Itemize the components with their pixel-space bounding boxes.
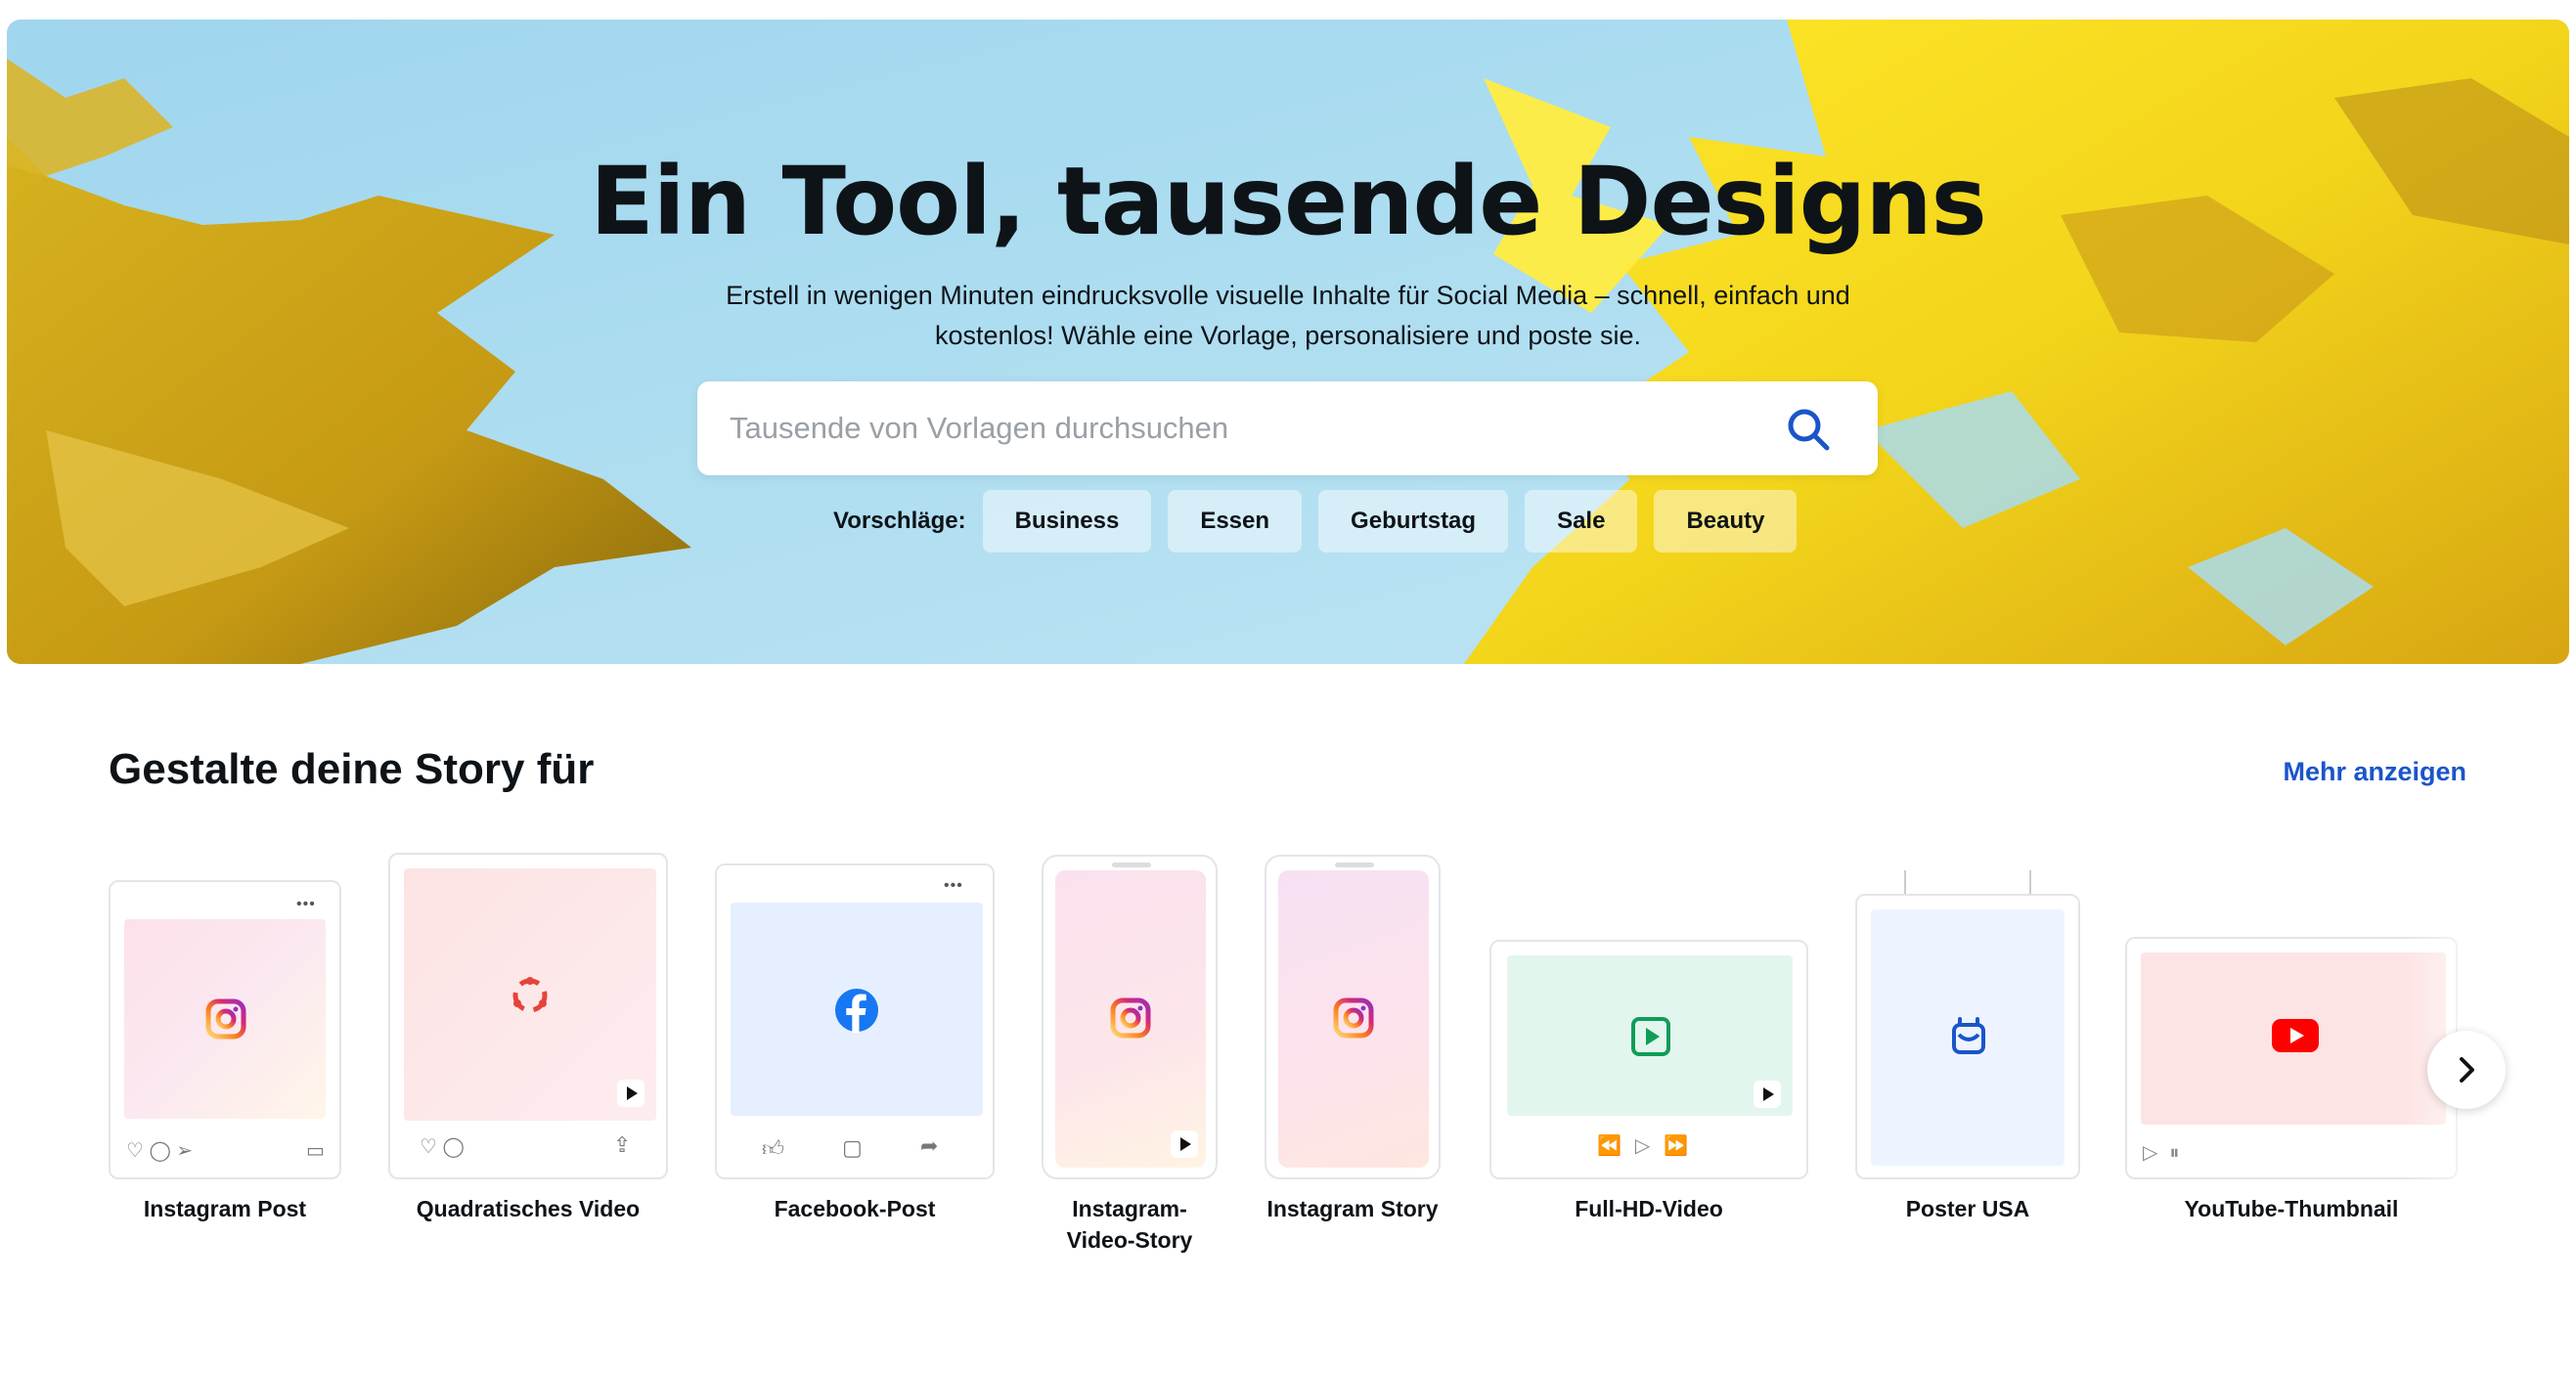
card-label: Instagram Post (143, 1196, 307, 1221)
suggestion-chip-sale[interactable]: Sale (1525, 490, 1638, 553)
template-card-instagram-post[interactable]: ••• ♡ ◯ ➢ ▭ Instagram Post (109, 880, 341, 1232)
suggestion-chip-beauty[interactable]: Beauty (1654, 490, 1798, 553)
card-label: Full-HD-Video (1575, 1196, 1723, 1221)
share-icon: ⇪ (613, 1132, 632, 1157)
search-icon (1788, 409, 1830, 451)
player-controls-icon: ⏪▷⏩ (1597, 1135, 1703, 1157)
suggestions-row: Vorschläge: Business Essen Geburtstag Sa… (833, 490, 1813, 553)
suggestion-chip-essen[interactable]: Essen (1168, 490, 1303, 553)
suggestion-chip-geburtstag[interactable]: Geburtstag (1318, 490, 1509, 553)
phone-notch (1112, 863, 1151, 867)
instagram-icon (1333, 997, 1374, 1039)
carousel-next-button[interactable] (2427, 1031, 2506, 1109)
more-dots-icon: ••• (944, 877, 963, 894)
template-card-square-video[interactable]: ♡ ◯ ⇪ Quadratisches Video (388, 853, 668, 1232)
comment-icon: ▢ (842, 1135, 863, 1160)
instagram-icon (1110, 997, 1151, 1039)
share-icon: ➦ (920, 1133, 939, 1158)
poster-hanger (1904, 870, 1906, 894)
suggestion-chip-business[interactable]: Business (982, 490, 1152, 553)
chevron-right-icon (2460, 1057, 2474, 1083)
card-label: Instagram Story (1266, 1196, 1439, 1221)
template-thumbnail (1265, 855, 1441, 1179)
post-action-icons: ♡ ◯ ➢ (126, 1140, 194, 1162)
play-badge-icon (617, 1080, 644, 1107)
youtube-icon (2272, 1019, 2319, 1052)
search-button[interactable] (1786, 407, 1831, 452)
more-dots-icon: ••• (296, 896, 316, 912)
player-controls-icon: ▷⏸ (2143, 1142, 2192, 1164)
template-thumbnail (1042, 855, 1218, 1179)
card-label: Facebook-Post (774, 1196, 936, 1221)
template-card-facebook-post[interactable]: ••• 👍︎ ▢ ➦ Facebook-Post (715, 864, 995, 1232)
card-label: YouTube-Thumbnail (2184, 1196, 2399, 1221)
play-badge-icon (1754, 1081, 1781, 1108)
suggestions-label: Vorschläge: (833, 508, 966, 534)
search-input[interactable] (730, 399, 1756, 458)
card-label: Poster USA (1905, 1196, 2030, 1221)
template-card-full-hd-video[interactable]: ⏪▷⏩ Full-HD-Video (1489, 940, 1808, 1232)
video-play-icon (1631, 1017, 1670, 1056)
template-card-poster-usa[interactable]: Poster USA (1855, 870, 2080, 1232)
like-icon: 👍︎ (762, 1136, 784, 1161)
video-action-icons: ♡ ◯ (420, 1136, 465, 1158)
collab-icon (512, 977, 548, 1013)
card-label: Instagram-Video-Story (1066, 1196, 1193, 1253)
hero-subtitle: Erstell in wenigen Minuten eindrucksvoll… (726, 281, 1850, 350)
poster-hanger (2029, 870, 2031, 894)
play-badge-icon (1171, 1130, 1198, 1158)
template-card-instagram-story[interactable]: Instagram Story (1265, 855, 1441, 1232)
template-thumbnail: ••• 👍︎ ▢ ➦ (715, 864, 995, 1179)
template-card-instagram-video-story[interactable]: Instagram-Video-Story (1042, 855, 1218, 1265)
show-more-link[interactable]: Mehr anzeigen (2283, 757, 2466, 787)
bookmark-icon: ▭ (306, 1140, 325, 1162)
template-thumbnail (1855, 894, 2080, 1179)
search-bar (697, 381, 1878, 475)
template-thumbnail: ⏪▷⏩ (1489, 940, 1808, 1179)
phone-notch (1335, 863, 1374, 867)
facebook-icon (835, 989, 878, 1033)
template-thumbnail: ••• ♡ ◯ ➢ ▭ (109, 880, 341, 1179)
section-title: Gestalte deine Story für (109, 745, 595, 793)
card-label: Quadratisches Video (416, 1196, 641, 1221)
hero-title: Ein Tool, tausende Designs (590, 147, 1987, 256)
instagram-icon (205, 998, 246, 1040)
template-thumbnail: ♡ ◯ ⇪ (388, 853, 668, 1179)
hero-banner: Ein Tool, tausende Designs Erstell in we… (7, 20, 2569, 664)
poster-icon (1952, 1017, 1985, 1054)
